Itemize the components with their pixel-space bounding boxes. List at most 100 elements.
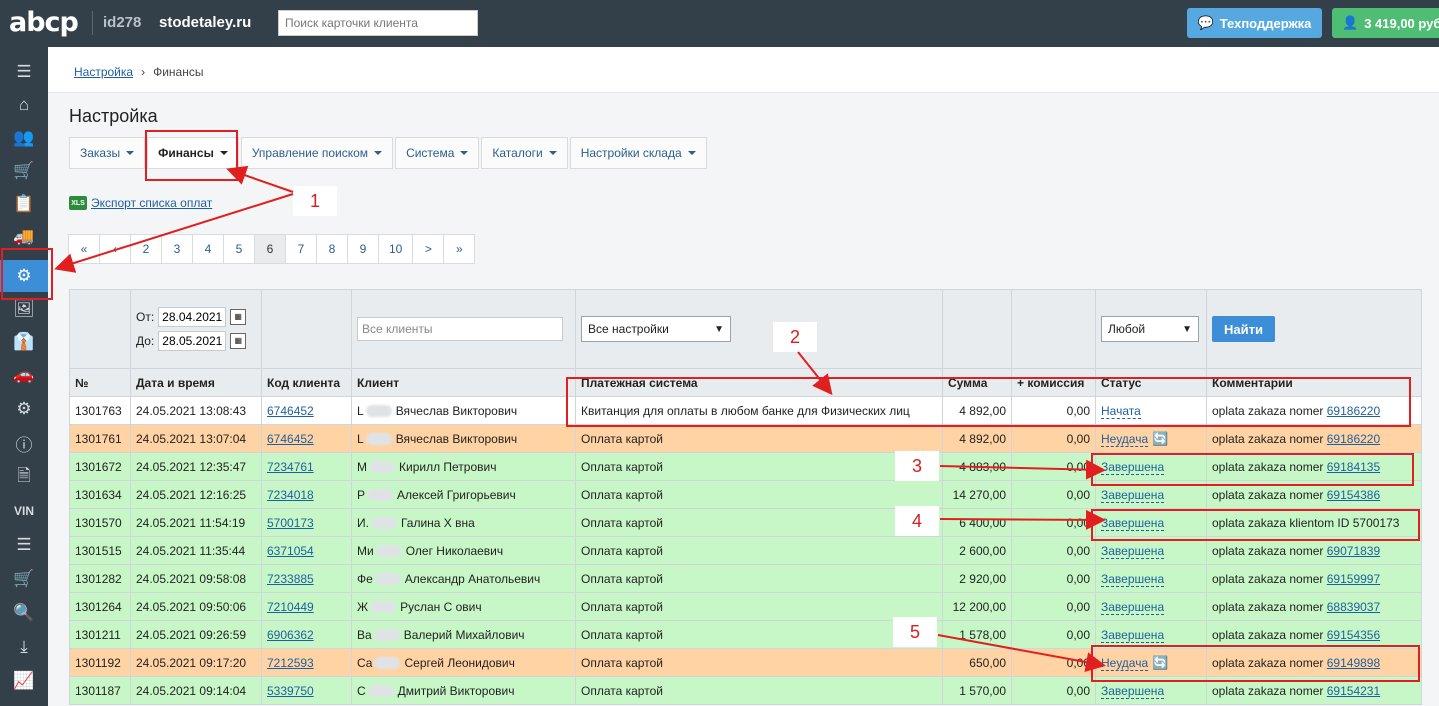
page-3[interactable]: 3 bbox=[161, 234, 193, 264]
status-select[interactable]: Любой ▼ bbox=[1101, 316, 1199, 342]
client-code-link[interactable]: 7234761 bbox=[267, 460, 314, 474]
tab-finance[interactable]: Финансы bbox=[147, 137, 239, 169]
status-link[interactable]: Завершена bbox=[1101, 571, 1165, 587]
gears-icon[interactable]: ⚙ bbox=[0, 393, 48, 425]
order-link[interactable]: 69154231 bbox=[1327, 684, 1380, 698]
car-icon[interactable]: 🚗 bbox=[0, 359, 48, 391]
calendar-icon[interactable]: ▦ bbox=[230, 309, 247, 325]
clipboard-icon[interactable]: 📋 bbox=[0, 188, 48, 220]
order-link[interactable]: 69071839 bbox=[1327, 544, 1380, 558]
tab-catalogs[interactable]: Каталоги bbox=[481, 137, 568, 169]
balance-button[interactable]: 👤 3 419,00 руб bbox=[1332, 8, 1439, 38]
client-code-link[interactable]: 7212593 bbox=[267, 656, 314, 670]
breadcrumb-settings-link[interactable]: Настройка bbox=[74, 65, 133, 79]
layers-icon[interactable]: ☰ bbox=[0, 529, 48, 561]
client-code-link[interactable]: 7210449 bbox=[267, 600, 314, 614]
cell-client: Фе Александр Анатольевич bbox=[351, 564, 576, 593]
client-code-link[interactable]: 5700173 bbox=[267, 516, 314, 530]
caret-down-icon bbox=[460, 151, 469, 155]
cell-datetime: 24.05.2021 11:35:44 bbox=[130, 536, 262, 565]
info-icon[interactable]: ⓘ bbox=[0, 427, 48, 459]
order-link[interactable]: 69154356 bbox=[1327, 628, 1380, 642]
page-first[interactable]: « bbox=[68, 234, 100, 264]
page-4[interactable]: 4 bbox=[192, 234, 224, 264]
column-header[interactable]: Код клиента bbox=[261, 368, 352, 397]
page-prev[interactable]: ‹ bbox=[99, 234, 131, 264]
date-from-input[interactable] bbox=[158, 307, 227, 327]
page-6-current[interactable]: 6 bbox=[254, 234, 286, 264]
order-link[interactable]: 69154386 bbox=[1327, 488, 1380, 502]
calendar-icon[interactable]: ▦ bbox=[230, 333, 247, 349]
status-link[interactable]: Неудача bbox=[1101, 431, 1149, 447]
order-link[interactable]: 69186220 bbox=[1327, 404, 1380, 418]
user-tie-icon[interactable]: 👔 bbox=[0, 326, 48, 358]
page-last[interactable]: » bbox=[443, 234, 476, 264]
page-next[interactable]: > bbox=[412, 234, 445, 264]
client-code-link[interactable]: 6746452 bbox=[267, 432, 314, 446]
status-link[interactable]: Начата bbox=[1101, 403, 1141, 419]
report-icon[interactable]: 📈 bbox=[0, 665, 48, 697]
support-button[interactable]: 💬 Техподдержка bbox=[1187, 8, 1322, 38]
refresh-icon[interactable]: 🔄 bbox=[1152, 655, 1168, 670]
order-link[interactable]: 69159997 bbox=[1327, 572, 1380, 586]
find-button[interactable]: Найти bbox=[1212, 316, 1275, 342]
column-header[interactable]: № bbox=[69, 368, 131, 397]
abcp-logo[interactable]: abcp bbox=[9, 7, 79, 38]
date-to-input[interactable] bbox=[158, 331, 227, 351]
client-code-link[interactable]: 5339750 bbox=[267, 684, 314, 698]
status-link[interactable]: Неудача bbox=[1101, 655, 1149, 671]
gear-icon[interactable]: ⚙ bbox=[0, 260, 48, 292]
cart-icon[interactable]: 🛒 bbox=[0, 155, 48, 187]
page-8[interactable]: 8 bbox=[316, 234, 348, 264]
tab-search-management[interactable]: Управление поиском bbox=[240, 137, 394, 169]
page-7[interactable]: 7 bbox=[285, 234, 317, 264]
page-9[interactable]: 9 bbox=[347, 234, 379, 264]
column-header[interactable]: + комиссия bbox=[1011, 368, 1096, 397]
menu-icon[interactable]: ☰ bbox=[0, 56, 48, 88]
order-link[interactable]: 68839037 bbox=[1327, 600, 1380, 614]
tab-orders[interactable]: Заказы bbox=[69, 137, 146, 169]
client-code-link[interactable]: 6906362 bbox=[267, 628, 314, 642]
status-link[interactable]: Завершена bbox=[1101, 543, 1165, 559]
order-link[interactable]: 69184135 bbox=[1327, 460, 1380, 474]
page-10[interactable]: 10 bbox=[378, 234, 414, 264]
status-link[interactable]: Завершена bbox=[1101, 515, 1165, 531]
cell-comment: oplata zakaza nomer 69154356 bbox=[1206, 620, 1422, 649]
client-search-input[interactable] bbox=[278, 10, 478, 36]
vin-icon[interactable]: VIN bbox=[0, 495, 48, 527]
status-link[interactable]: Завершена bbox=[1101, 627, 1165, 643]
column-header[interactable]: Платежная система bbox=[575, 368, 943, 397]
site-name[interactable]: stodetaley.ru bbox=[159, 14, 251, 31]
client-filter-input[interactable] bbox=[357, 317, 563, 341]
tab-system[interactable]: Система bbox=[395, 137, 480, 169]
client-code-link[interactable]: 7234018 bbox=[267, 488, 314, 502]
users-icon[interactable]: 👥 bbox=[0, 122, 48, 154]
search-car-icon[interactable]: 🔍 bbox=[0, 597, 48, 629]
column-header[interactable]: Комментарии bbox=[1206, 368, 1422, 397]
refresh-icon[interactable]: 🔄 bbox=[1152, 431, 1168, 446]
column-header[interactable]: Клиент bbox=[351, 368, 576, 397]
page-2[interactable]: 2 bbox=[130, 234, 162, 264]
page-5[interactable]: 5 bbox=[223, 234, 255, 264]
excel-icon[interactable]: 🗎 bbox=[0, 461, 48, 493]
client-code-link[interactable]: 6371054 bbox=[267, 544, 314, 558]
order-link[interactable]: 69186220 bbox=[1327, 432, 1380, 446]
tab-warehouse-settings[interactable]: Настройки склада bbox=[569, 137, 707, 169]
order-link[interactable]: 69149898 bbox=[1327, 656, 1380, 670]
column-header[interactable]: Сумма bbox=[942, 368, 1012, 397]
status-link[interactable]: Завершена bbox=[1101, 487, 1165, 503]
download-icon[interactable]: ⤓ bbox=[0, 631, 48, 663]
client-code-link[interactable]: 7233885 bbox=[267, 572, 314, 586]
client-code-link[interactable]: 6746452 bbox=[267, 404, 314, 418]
home-icon[interactable]: ⌂ bbox=[0, 89, 48, 121]
column-header[interactable]: Дата и время bbox=[130, 368, 262, 397]
export-payments-link[interactable]: XLS Экспорт списка оплат bbox=[69, 196, 212, 210]
truck-icon[interactable]: 🚚 bbox=[0, 221, 48, 253]
image-icon[interactable]: 🖼 bbox=[0, 293, 48, 325]
status-link[interactable]: Завершена bbox=[1101, 459, 1165, 475]
status-link[interactable]: Завершена bbox=[1101, 599, 1165, 615]
status-link[interactable]: Завершена bbox=[1101, 683, 1165, 699]
cart-plus-icon[interactable]: 🛒 bbox=[0, 563, 48, 595]
column-header[interactable]: Статус bbox=[1095, 368, 1207, 397]
payment-settings-select[interactable]: Все настройки ▼ bbox=[581, 316, 731, 342]
